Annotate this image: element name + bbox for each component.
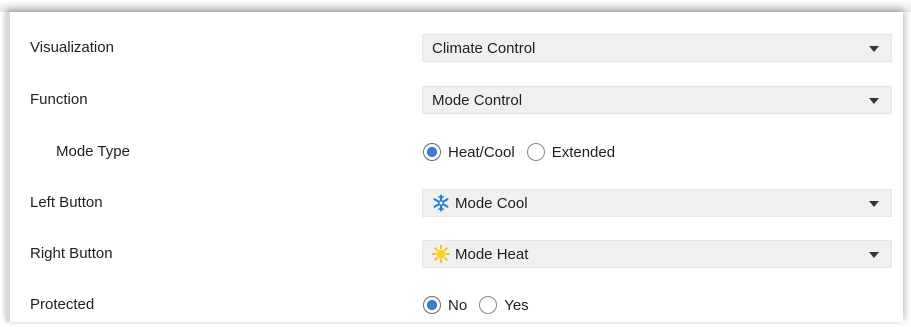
- right-button-select[interactable]: Mode Heat: [422, 240, 892, 268]
- radio-label: Yes: [504, 296, 529, 314]
- left-button-value: Mode Cool: [455, 194, 528, 212]
- window-top-edge: [0, 0, 911, 12]
- chevron-down-icon: [869, 98, 879, 104]
- radio-selected-icon: [423, 143, 441, 161]
- function-label: Function: [30, 91, 88, 108]
- mode-type-extended-radio[interactable]: Extended: [526, 143, 616, 161]
- mode-type-label: Mode Type: [56, 143, 130, 160]
- chevron-down-icon: [869, 252, 879, 258]
- snowflake-icon: [432, 194, 450, 212]
- radio-label: Extended: [551, 143, 616, 161]
- row-left-button: Left Button Mode Cool: [30, 189, 900, 217]
- mode-type-heat-cool-radio[interactable]: Heat/Cool: [423, 143, 515, 161]
- protected-no-radio[interactable]: No: [423, 296, 467, 314]
- row-visualization: Visualization Climate Control: [30, 34, 900, 62]
- left-button-select[interactable]: Mode Cool: [422, 189, 892, 217]
- row-right-button: Right Button Mode Heat: [30, 240, 900, 268]
- function-select[interactable]: Mode Control: [422, 86, 892, 114]
- protected-label: Protected: [30, 296, 95, 313]
- right-button-value: Mode Heat: [455, 245, 529, 263]
- chevron-down-icon: [869, 46, 879, 52]
- protected-radio-group: No Yes: [423, 291, 541, 319]
- sun-icon: [432, 245, 450, 263]
- visualization-label: Visualization: [30, 39, 114, 56]
- row-function: Function Mode Control: [30, 86, 900, 114]
- visualization-select[interactable]: Climate Control: [422, 34, 892, 62]
- radio-selected-icon: [423, 296, 441, 314]
- row-mode-type: Mode Type Heat/Cool Extended: [30, 138, 900, 166]
- mode-type-radio-group: Heat/Cool Extended: [423, 138, 627, 166]
- radio-label: Heat/Cool: [448, 143, 515, 161]
- left-button-label: Left Button: [30, 194, 103, 211]
- radio-unselected-icon: [526, 143, 545, 161]
- chevron-down-icon: [869, 201, 879, 207]
- right-button-label: Right Button: [30, 245, 113, 262]
- radio-label: No: [448, 296, 468, 314]
- protected-yes-radio[interactable]: Yes: [479, 296, 529, 314]
- row-protected: Protected No Yes: [30, 291, 900, 319]
- radio-unselected-icon: [479, 296, 498, 314]
- parameters-panel: Visualization Climate Control Function M…: [6, 12, 903, 322]
- function-value: Mode Control: [432, 91, 523, 109]
- visualization-value: Climate Control: [432, 39, 536, 57]
